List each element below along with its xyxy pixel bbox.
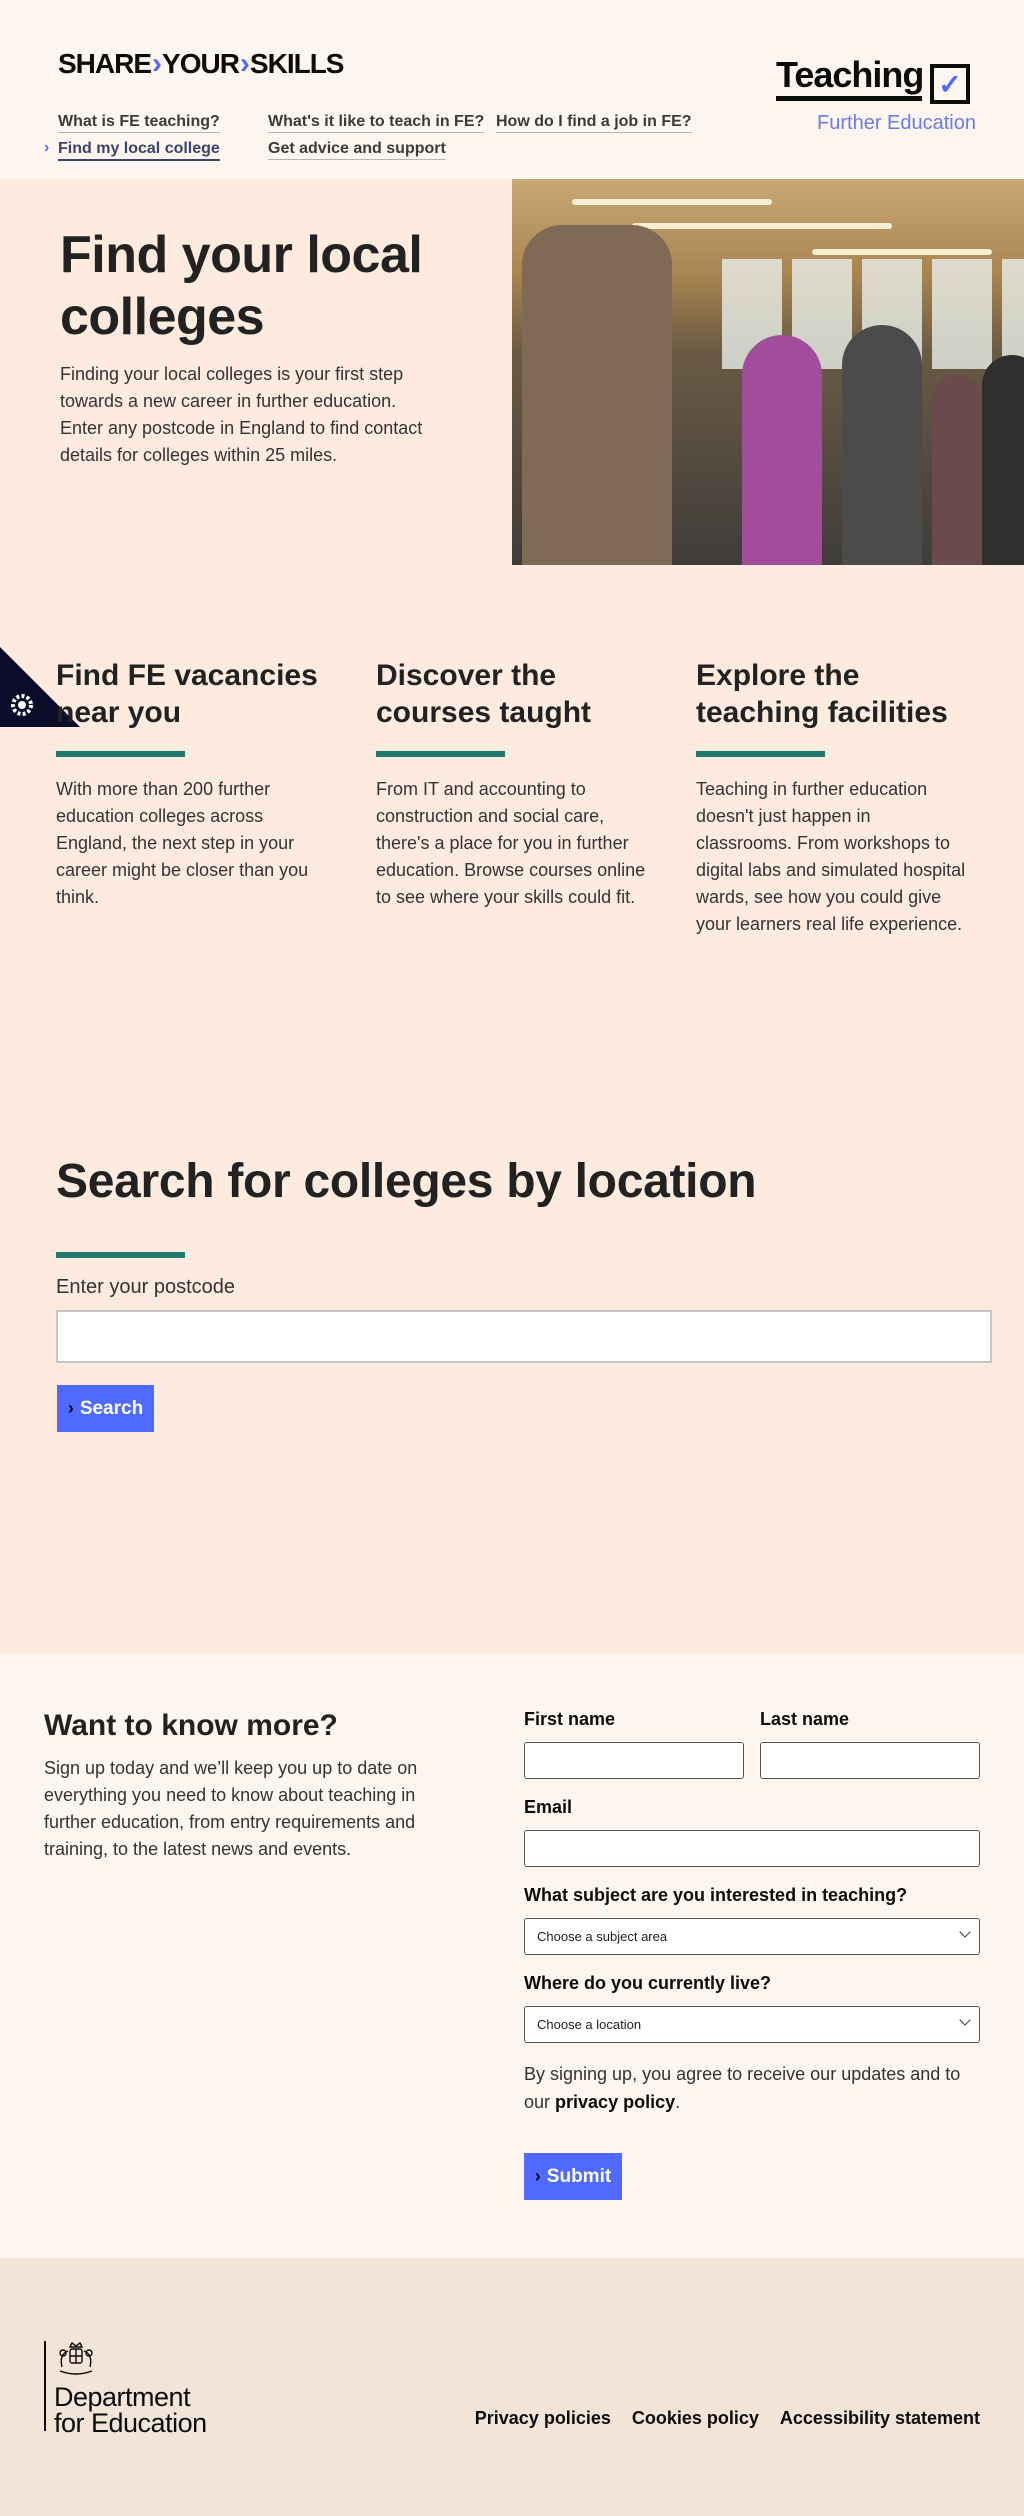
footer-links: Privacy policies Cookies policy Accessib… (475, 2408, 980, 2429)
privacy-policy-link[interactable]: privacy policy (555, 2092, 675, 2112)
brand-word: SHARE (58, 48, 152, 79)
royal-crest-icon (59, 2341, 93, 2375)
feature-body: With more than 200 further education col… (56, 779, 309, 907)
submit-button-label: Submit (546, 2165, 612, 2187)
search-section: Search for colleges by location Enter yo… (0, 1099, 1024, 1654)
features-section: Find FE vacancies near you With more tha… (0, 565, 1024, 1099)
brand-word: SKILLS (249, 48, 345, 79)
search-divider (56, 1252, 185, 1258)
dfe-logo[interactable]: Department for Education (44, 2341, 207, 2437)
search-button-label: Search (79, 1397, 144, 1419)
brand-word: YOUR (162, 48, 240, 79)
chevron-down-icon (959, 1926, 971, 1938)
nav-link-what-its-like[interactable]: What's it like to teach in FE? (268, 113, 485, 133)
hero-intro: Finding your local colleges is your firs… (60, 364, 423, 465)
main-nav: What is FE teaching? What's it like to t… (44, 113, 698, 163)
subject-label: What subject are you interested in teach… (524, 1885, 908, 1905)
feature-body: Teaching in further education doesn't ju… (696, 779, 966, 934)
first-name-field[interactable] (524, 1742, 744, 1779)
last-name-label: Last name (760, 1709, 850, 1729)
chevron-down-icon (959, 2014, 971, 2026)
feature-title: Explore the teaching facilities (696, 659, 948, 729)
site-header: SHARE › YOUR › SKILLS What is FE teachin… (0, 0, 1024, 179)
logo-underline (776, 96, 922, 101)
consent-text: By signing up, you agree to receive our … (524, 2060, 984, 2116)
location-label: Where do you currently live? (524, 1973, 772, 1993)
chevron-right-icon: › (239, 47, 250, 80)
nav-link-find-job[interactable]: How do I find a job in FE? (496, 113, 692, 133)
nav-link-what-is-fe[interactable]: What is FE teaching? (58, 113, 220, 133)
signup-section: Want to know more? Sign up today and we’… (0, 1654, 1024, 2258)
checkbox-tick-icon: ✓ (930, 64, 970, 104)
location-select[interactable]: Choose a location (524, 2006, 980, 2043)
chevron-right-icon: › (534, 2166, 541, 2186)
hero-section: Find your local colleges Finding your lo… (0, 179, 1024, 565)
logo-subtitle: Further Education (817, 112, 976, 134)
nav-link-find-college[interactable]: Find my local college (58, 140, 220, 161)
feature-title: Discover the courses taught (376, 659, 592, 729)
dept-name-line: for Education (54, 2408, 207, 2438)
consent-suffix: . (675, 2092, 681, 2112)
submit-button[interactable]: › Submit (524, 2153, 622, 2200)
hero-photo (512, 179, 1024, 565)
nav-link-advice[interactable]: Get advice and support (268, 140, 446, 160)
page-title: Find your local colleges (60, 226, 423, 346)
last-name-field[interactable] (760, 1742, 980, 1779)
search-button[interactable]: › Search (57, 1385, 154, 1432)
feature-body: From IT and accounting to construction a… (376, 779, 646, 907)
tick-glyph: ✓ (938, 68, 962, 100)
location-select-value: Choose a location (537, 2017, 642, 2032)
chevron-right-icon: › (152, 47, 162, 80)
feature-divider (696, 751, 825, 757)
signup-title: Want to know more? (44, 1709, 338, 1742)
feature-divider (56, 751, 185, 757)
email-field[interactable] (524, 1830, 980, 1867)
chevron-right-icon: › (67, 1398, 74, 1418)
postcode-label: Enter your postcode (56, 1276, 235, 1298)
feature-card: Discover the courses taught From IT and … (376, 657, 646, 911)
active-chevron-icon: › (44, 139, 50, 156)
feature-card: Find FE vacancies near you With more tha… (56, 657, 326, 911)
postcode-input[interactable] (56, 1310, 992, 1363)
first-name-label: First name (524, 1709, 616, 1729)
dept-name-line: Department (54, 2382, 191, 2412)
subject-select[interactable]: Choose a subject area (524, 1918, 980, 1955)
email-label: Email (524, 1797, 573, 1817)
footer-link-accessibility[interactable]: Accessibility statement (780, 2408, 980, 2429)
brand-logo[interactable]: SHARE › YOUR › SKILLS (58, 47, 345, 80)
teaching-fe-logo[interactable]: Teaching ✓ Further Education (776, 54, 976, 140)
feature-title: Find FE vacancies near you (56, 659, 318, 729)
signup-lead: Sign up today and we’ll keep you up to d… (44, 1758, 418, 1859)
feature-divider (376, 751, 505, 757)
feature-card: Explore the teaching facilities Teaching… (696, 657, 966, 938)
logo-word: Teaching (776, 54, 924, 95)
footer-link-cookies[interactable]: Cookies policy (632, 2408, 759, 2429)
footer-link-privacy[interactable]: Privacy policies (475, 2408, 611, 2429)
search-title: Search for colleges by location (56, 1155, 757, 1208)
site-footer: Department for Education Privacy policie… (0, 2258, 1024, 2516)
subject-select-value: Choose a subject area (537, 1929, 668, 1944)
